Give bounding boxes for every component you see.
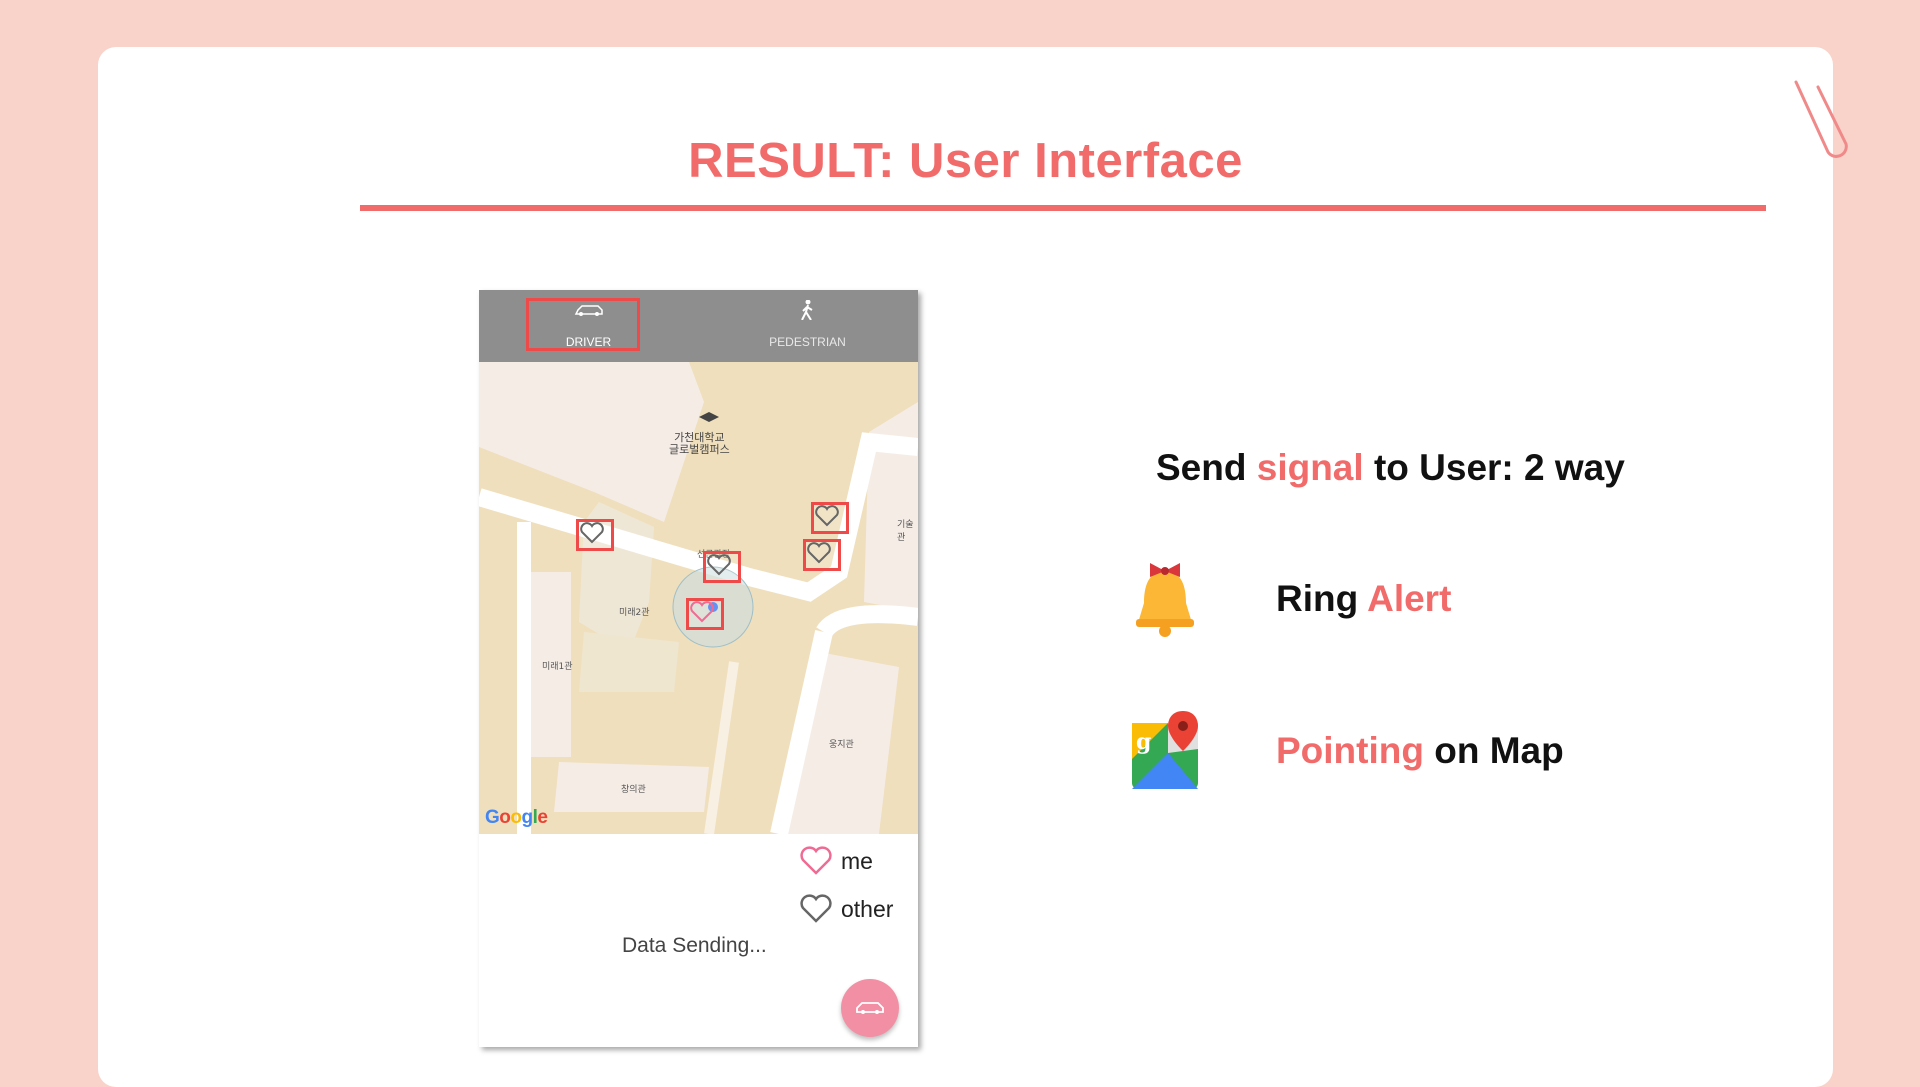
send-fab-button[interactable] xyxy=(841,979,899,1037)
feature-ring-alert-text: Ring Alert xyxy=(1276,578,1451,620)
send-signal-heading: Send signal to User: 2 way xyxy=(1156,447,1625,489)
other-user-marker[interactable] xyxy=(703,551,741,583)
feature-ring-alert: Ring Alert xyxy=(1128,557,1451,641)
google-maps-icon: g xyxy=(1132,711,1198,789)
map-label-unggi: 웅지관 xyxy=(829,740,854,750)
legend-other: other xyxy=(799,894,893,924)
mode-tab-bar: DRIVER PEDESTRIAN xyxy=(479,290,918,362)
heading-text-2: to User: 2 way xyxy=(1363,447,1625,488)
map-view[interactable]: 가천대학교 글로벌캠퍼스 미래2관 미래1관 웅지관 창의관 기술관 선큰광장 xyxy=(479,362,918,834)
heart-icon xyxy=(580,522,604,544)
heading-text-1: Send xyxy=(1156,447,1257,488)
map-label-gisul: 기술관 xyxy=(897,520,914,543)
heart-icon xyxy=(800,894,832,923)
slide-title: RESULT: User Interface xyxy=(688,134,1243,188)
heart-icon xyxy=(815,505,839,527)
bell-icon xyxy=(1136,563,1194,637)
map-label-changui: 창의관 xyxy=(621,785,646,795)
slide-card: RESULT: User Interface DRIVER PEDESTRIAN xyxy=(98,47,1848,1087)
pedestrian-icon xyxy=(801,300,813,320)
legend-me: me xyxy=(799,846,873,876)
tab-driver-label: DRIVER xyxy=(565,335,612,349)
feature-pointing-map-text: Pointing on Map xyxy=(1276,730,1564,772)
heart-icon xyxy=(807,542,831,564)
map-label-campus: 가천대학교 글로벌캠퍼스 xyxy=(669,431,730,456)
legend-other-label: other xyxy=(841,895,894,922)
svg-text:g: g xyxy=(1136,729,1151,755)
status-text: Data Sending... xyxy=(622,934,767,957)
feature-1-text: Ring xyxy=(1276,578,1368,619)
other-user-marker[interactable] xyxy=(811,502,849,534)
me-marker[interactable] xyxy=(686,598,724,630)
map-label-mirae2: 미래2관 xyxy=(619,608,650,618)
tab-pedestrian-label: PEDESTRIAN xyxy=(769,335,846,349)
heart-icon xyxy=(707,554,731,576)
map-label-mirae1: 미래1관 xyxy=(542,662,573,672)
tab-pedestrian[interactable]: PEDESTRIAN xyxy=(698,290,917,362)
other-user-marker[interactable] xyxy=(576,519,614,551)
google-logo: Google xyxy=(485,807,548,828)
other-user-marker[interactable] xyxy=(803,539,841,571)
title-underline xyxy=(360,205,1766,211)
legend-me-label: me xyxy=(841,847,873,874)
car-icon xyxy=(574,305,603,316)
feature-2-text: on Map xyxy=(1423,730,1564,771)
phone-screen: DRIVER PEDESTRIAN 가천대학교 글로벌캠퍼스 미래2관 미래1관… xyxy=(479,290,918,1047)
feature-2-accent: Pointing xyxy=(1276,730,1424,771)
feature-pointing-map: g Pointing on Map xyxy=(1128,709,1564,793)
heading-accent: signal xyxy=(1256,447,1364,488)
heart-icon xyxy=(800,846,832,875)
feature-1-accent: Alert xyxy=(1367,578,1452,619)
car-icon xyxy=(856,1002,884,1014)
heart-icon xyxy=(690,601,714,623)
tab-driver[interactable]: DRIVER xyxy=(479,290,698,362)
